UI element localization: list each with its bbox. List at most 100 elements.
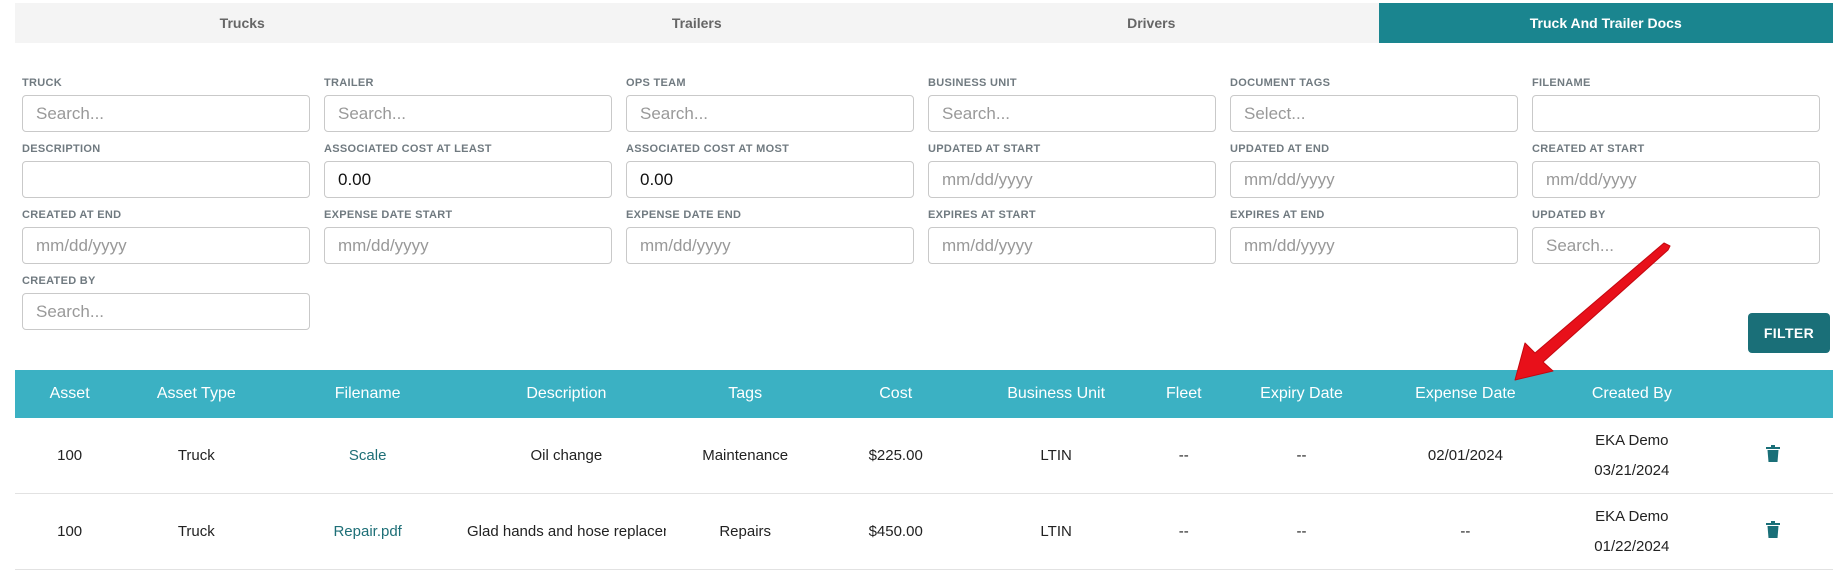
- cell-expiry-date: --: [1296, 523, 1307, 540]
- cell-business-unit: LTIN: [1040, 523, 1072, 540]
- created-at-start-filter-label: CREATED AT START: [1532, 143, 1645, 155]
- created-at-start-filter: CREATED AT START mm/dd/yyyy: [1532, 143, 1820, 198]
- filename-link[interactable]: Repair.pdf: [268, 523, 467, 540]
- updated-at-end-filter-label: UPDATED AT END: [1230, 143, 1330, 155]
- created-at-end-filter-label: CREATED AT END: [22, 209, 122, 221]
- truck-filter: TRUCK Search...: [22, 77, 310, 132]
- documents-table: Asset Asset Type Filename Description Ta…: [15, 370, 1833, 570]
- cell-description: Glad hands and hose replacem: [467, 523, 666, 540]
- updated-at-end-filter: UPDATED AT END mm/dd/yyyy: [1230, 143, 1518, 198]
- document-tags-select[interactable]: Select...: [1230, 95, 1518, 132]
- cell-description: Oil change: [530, 447, 603, 464]
- description-input[interactable]: [22, 161, 310, 198]
- cell-cost: $450.00: [868, 523, 923, 540]
- created-by-name: EKA Demo: [1595, 507, 1669, 525]
- document-tags-filter: DOCUMENT TAGS Select...: [1230, 77, 1518, 132]
- column-header-fleet[interactable]: Fleet: [1146, 385, 1223, 403]
- table-header: Asset Asset Type Filename Description Ta…: [15, 370, 1833, 418]
- cell-fleet: --: [1178, 447, 1189, 464]
- expires-at-end-filter: EXPIRES AT END mm/dd/yyyy: [1230, 209, 1518, 264]
- updated-at-end-date-input[interactable]: mm/dd/yyyy: [1230, 161, 1518, 198]
- description-filter-label: DESCRIPTION: [22, 143, 101, 155]
- updated-at-start-filter: UPDATED AT START mm/dd/yyyy: [928, 143, 1216, 198]
- trailer-search-input[interactable]: Search...: [324, 95, 612, 132]
- cost-at-most-filter: ASSOCIATED COST AT MOST 0.00: [626, 143, 914, 198]
- expense-date-start-input[interactable]: mm/dd/yyyy: [324, 227, 612, 264]
- created-by-search-input[interactable]: Search...: [22, 293, 310, 330]
- cell-tags: Maintenance: [702, 447, 789, 464]
- description-filter: DESCRIPTION: [22, 143, 310, 198]
- created-by-name: EKA Demo: [1595, 431, 1669, 449]
- business-unit-filter-label: BUSINESS UNIT: [928, 77, 1017, 89]
- created-at-start-date-input[interactable]: mm/dd/yyyy: [1532, 161, 1820, 198]
- created-at-end-date-input[interactable]: mm/dd/yyyy: [22, 227, 310, 264]
- expense-date-end-filter: EXPENSE DATE END mm/dd/yyyy: [626, 209, 914, 264]
- tab-trailers[interactable]: Trailers: [470, 3, 925, 43]
- business-unit-search-input[interactable]: Search...: [928, 95, 1216, 132]
- created-at-end-filter: CREATED AT END mm/dd/yyyy: [22, 209, 310, 264]
- column-header-description[interactable]: Description: [467, 385, 666, 403]
- created-by-filter: CREATED BY Search...: [22, 275, 310, 330]
- filename-filter: FILENAME: [1532, 77, 1820, 132]
- created-at-date: 01/22/2024: [1594, 537, 1670, 555]
- expires-at-end-date-input[interactable]: mm/dd/yyyy: [1230, 227, 1518, 264]
- tab-bar: Trucks Trailers Drivers Truck And Traile…: [15, 3, 1833, 43]
- expires-at-end-filter-label: EXPIRES AT END: [1230, 209, 1325, 221]
- trailer-filter: TRAILER Search...: [324, 77, 612, 132]
- ops-team-filter-label: OPS TEAM: [626, 77, 686, 89]
- updated-at-start-date-input[interactable]: mm/dd/yyyy: [928, 161, 1216, 198]
- filter-panel: TRUCK Search... TRAILER Search... OPS TE…: [22, 77, 1827, 330]
- updated-at-start-filter-label: UPDATED AT START: [928, 143, 1041, 155]
- trash-icon[interactable]: [1766, 521, 1781, 542]
- cost-at-least-filter: ASSOCIATED COST AT LEAST 0.00: [324, 143, 612, 198]
- updated-by-filter-label: UPDATED BY: [1532, 209, 1606, 221]
- table-row: 100 Truck Scale Oil change Maintenance $…: [15, 418, 1833, 494]
- cost-at-most-input[interactable]: 0.00: [626, 161, 914, 198]
- cost-at-least-filter-label: ASSOCIATED COST AT LEAST: [324, 143, 492, 155]
- tab-drivers[interactable]: Drivers: [924, 3, 1379, 43]
- cell-created-by: EKA Demo 01/22/2024: [1550, 502, 1714, 562]
- created-at-date: 03/21/2024: [1594, 461, 1670, 479]
- column-header-created-by[interactable]: Created By: [1550, 385, 1714, 403]
- column-header-asset[interactable]: Asset: [15, 385, 124, 403]
- cell-expense-date: --: [1460, 523, 1471, 540]
- expires-at-start-date-input[interactable]: mm/dd/yyyy: [928, 227, 1216, 264]
- updated-by-search-input[interactable]: Search...: [1532, 227, 1820, 264]
- document-tags-filter-label: DOCUMENT TAGS: [1230, 77, 1331, 89]
- ops-team-search-input[interactable]: Search...: [626, 95, 914, 132]
- cell-asset: 100: [57, 523, 83, 540]
- column-header-cost[interactable]: Cost: [825, 385, 967, 403]
- trash-icon[interactable]: [1766, 445, 1781, 466]
- tab-trucks[interactable]: Trucks: [15, 3, 470, 43]
- expense-date-start-filter-label: EXPENSE DATE START: [324, 209, 453, 221]
- cell-fleet: --: [1178, 523, 1189, 540]
- updated-by-filter: UPDATED BY Search...: [1532, 209, 1820, 264]
- cost-at-most-filter-label: ASSOCIATED COST AT MOST: [626, 143, 790, 155]
- expense-date-end-input[interactable]: mm/dd/yyyy: [626, 227, 914, 264]
- tab-truck-and-trailer-docs[interactable]: Truck And Trailer Docs: [1378, 3, 1833, 43]
- expires-at-start-filter: EXPIRES AT START mm/dd/yyyy: [928, 209, 1216, 264]
- cost-at-least-input[interactable]: 0.00: [324, 161, 612, 198]
- expires-at-start-filter-label: EXPIRES AT START: [928, 209, 1036, 221]
- column-header-business-unit[interactable]: Business Unit: [967, 385, 1146, 403]
- column-header-asset-type[interactable]: Asset Type: [124, 385, 268, 403]
- trailer-filter-label: TRAILER: [324, 77, 374, 89]
- cell-actions: [1714, 445, 1833, 466]
- filename-input[interactable]: [1532, 95, 1820, 132]
- truck-search-input[interactable]: Search...: [22, 95, 310, 132]
- cell-expense-date: 02/01/2024: [1427, 447, 1503, 464]
- column-header-expiry-date[interactable]: Expiry Date: [1222, 385, 1381, 403]
- table-row: 100 Truck Repair.pdf Glad hands and hose…: [15, 494, 1833, 570]
- ops-team-filter: OPS TEAM Search...: [626, 77, 914, 132]
- filename-link[interactable]: Scale: [268, 447, 467, 464]
- cell-actions: [1714, 521, 1833, 542]
- cell-cost: $225.00: [868, 447, 923, 464]
- filter-button[interactable]: FILTER: [1748, 313, 1830, 353]
- cell-asset-type: Truck: [177, 523, 215, 540]
- cell-created-by: EKA Demo 03/21/2024: [1550, 426, 1714, 486]
- column-header-tags[interactable]: Tags: [666, 385, 825, 403]
- column-header-filename[interactable]: Filename: [268, 385, 467, 403]
- column-header-expense-date[interactable]: Expense Date: [1381, 385, 1550, 403]
- cell-asset: 100: [57, 447, 83, 464]
- cell-business-unit: LTIN: [1040, 447, 1072, 464]
